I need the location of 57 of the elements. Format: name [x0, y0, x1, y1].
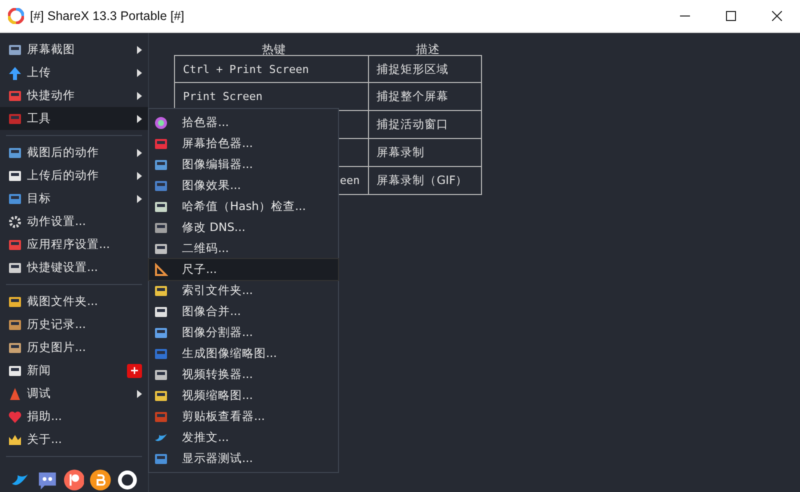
menu-item[interactable]: 快捷键设置...	[0, 256, 148, 279]
submenu-item[interactable]: 修改 DNS...	[149, 217, 338, 238]
submenu-item[interactable]: 视频转换器...	[149, 364, 338, 385]
submenu-item[interactable]: 拾色器...	[149, 112, 338, 133]
menu-item[interactable]: 应用程序设置...	[0, 233, 148, 256]
crown-icon	[8, 432, 22, 446]
menu-item[interactable]: 上传	[0, 61, 148, 84]
submenu-item[interactable]: 图像分割器...	[149, 322, 338, 343]
gear-icon	[8, 214, 22, 228]
window-title: [#] ShareX 13.3 Portable [#]	[30, 9, 184, 23]
close-icon	[772, 11, 782, 21]
description-cell: 捕捉矩形区域	[376, 62, 449, 76]
color-wheel-icon	[154, 116, 168, 130]
menu-item[interactable]: 目标	[0, 187, 148, 210]
menu-item[interactable]: 关于...	[0, 428, 148, 451]
submenu-item[interactable]: 图像效果...	[149, 175, 338, 196]
ruler-icon	[154, 262, 168, 276]
maximize-icon	[726, 11, 736, 21]
news-badge: +	[127, 364, 142, 378]
menu-item[interactable]: 捐助...	[0, 405, 148, 428]
description-cell: 屏幕录制（GIF）	[376, 173, 468, 188]
menu-item[interactable]: 调试	[0, 382, 148, 405]
hotkey-cell: Ctrl + Print Screen	[183, 62, 309, 76]
submenu-item[interactable]: 尺子...	[149, 259, 338, 280]
menu-item[interactable]: 截图文件夹...	[0, 290, 148, 313]
app-logo-icon	[8, 8, 24, 24]
column-header: 描述	[415, 43, 441, 55]
submenu-item[interactable]: 发推文...	[149, 427, 338, 448]
submenu-item[interactable]: 视频缩略图...	[149, 385, 338, 406]
description-cell: 捕捉整个屏幕	[376, 89, 449, 104]
bitcoin-icon[interactable]	[90, 469, 112, 491]
submenu-item[interactable]: 图像合并...	[149, 301, 338, 322]
circle-logo-icon[interactable]	[64, 469, 84, 491]
menu-item[interactable]: 动作设置...	[0, 210, 148, 233]
arrow-up-icon	[8, 66, 22, 80]
menu-item[interactable]: 历史图片...	[0, 336, 148, 359]
heart-icon	[8, 410, 22, 424]
column-header: 热键	[261, 43, 287, 55]
submenu-item[interactable]: 索引文件夹...	[149, 280, 338, 301]
submenu-item[interactable]: 哈希值（Hash）检查...	[149, 196, 338, 217]
submenu-item[interactable]: 图像编辑器...	[149, 154, 338, 175]
menu-item[interactable]: 快捷动作	[0, 84, 148, 107]
hotkey-cell: een	[340, 174, 360, 187]
menu-item[interactable]: 工具	[0, 107, 148, 130]
submenu-item[interactable]: 剪贴板查看器...	[149, 406, 338, 427]
menu-item[interactable]: 屏幕截图	[0, 38, 148, 61]
submenu-item[interactable]: 显示器测试...	[149, 448, 338, 469]
hotkey-cell: Print Screen	[183, 90, 262, 103]
menu-item[interactable]: 截图后的动作	[0, 141, 148, 164]
description-cell: 屏幕录制	[376, 145, 425, 160]
menu-item[interactable]: 历史记录...	[0, 313, 148, 336]
cone-icon	[8, 386, 22, 400]
submenu-item[interactable]: 屏幕拾色器...	[149, 133, 338, 154]
submenu-item[interactable]: 生成图像缩略图...	[149, 343, 338, 364]
description-cell: 捕捉活动窗口	[376, 117, 449, 132]
menu-item[interactable]: 上传后的动作	[0, 164, 148, 187]
menu-item[interactable]: 新闻 +	[0, 359, 148, 382]
